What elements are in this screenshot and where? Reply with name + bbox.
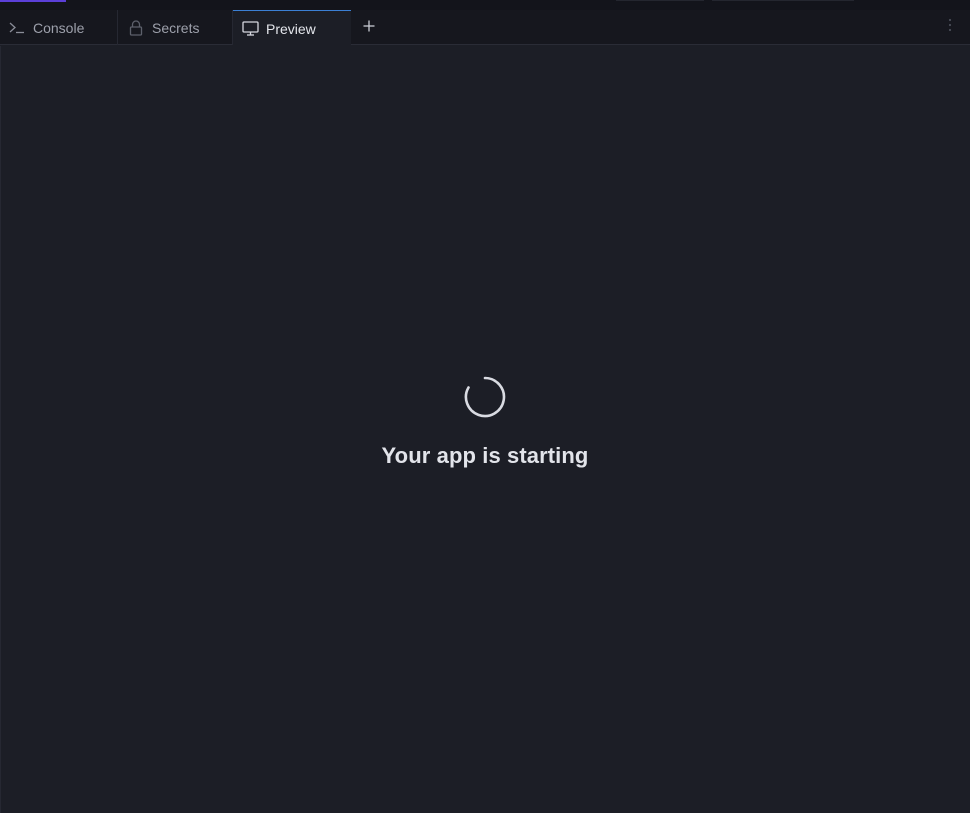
tab-label: Console (33, 19, 85, 36)
tab-label: Preview (266, 20, 316, 37)
top-divider (712, 0, 854, 1)
top-divider (616, 0, 704, 1)
terminal-icon (8, 19, 26, 37)
monitor-icon (241, 20, 259, 38)
top-accent-line (0, 0, 66, 2)
tab-label: Secrets (152, 19, 200, 36)
tab-bar: Console Secrets Preview (0, 10, 970, 46)
tab-secrets[interactable]: Secrets (118, 10, 233, 45)
add-tab-button[interactable] (358, 10, 380, 45)
tab-console[interactable]: Console (0, 10, 118, 45)
loading-spinner-icon (463, 375, 507, 419)
more-vertical-icon (948, 18, 952, 37)
app-starting-message: Your app is starting (381, 443, 589, 468)
workspace-pane: Console Secrets Preview Your app is star… (0, 0, 970, 813)
tab-preview[interactable]: Preview (233, 10, 351, 46)
preview-area (1, 46, 970, 813)
lock-icon (127, 19, 145, 37)
top-strip (0, 0, 970, 10)
plus-icon (363, 19, 375, 37)
pane-menu-button[interactable] (944, 10, 956, 45)
